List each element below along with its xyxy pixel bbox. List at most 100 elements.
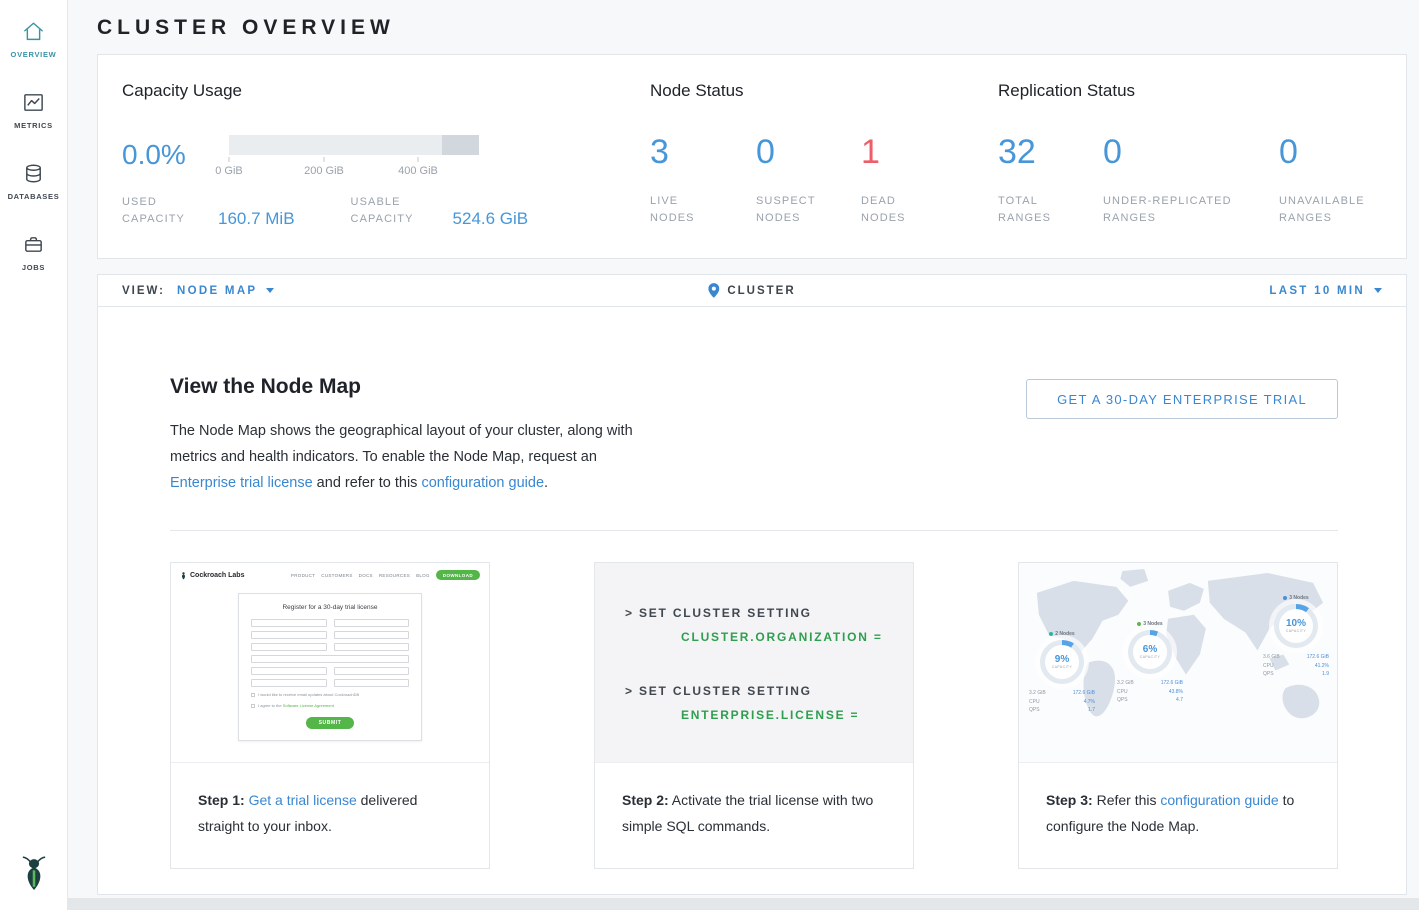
- unavailable-ranges-stat: 0 UNAVAILABLE RANGES: [1279, 135, 1394, 227]
- metrics-icon: [22, 91, 45, 114]
- jobs-icon: [22, 233, 45, 256]
- replication-status-section: Replication Status 32 TOTAL RANGES 0 UND…: [998, 81, 1406, 258]
- databases-icon: [22, 162, 45, 185]
- setup-steps: Cockroach Labs PRODUCT CUSTOMERS DOCS RE…: [170, 562, 1338, 869]
- sidebar-item-jobs[interactable]: JOBS: [0, 216, 67, 287]
- live-nodes-value: 3: [650, 135, 756, 169]
- view-label: VIEW:: [122, 285, 165, 297]
- chevron-down-icon: [266, 288, 274, 293]
- time-range-dropdown[interactable]: LAST 10 MIN: [1269, 285, 1382, 297]
- capacity-usage-title: Capacity Usage: [122, 81, 650, 101]
- sql-prompt-line: > SET CLUSTER SETTING: [625, 683, 913, 699]
- node-status-section: Node Status 3 LIVE NODES 0 SUSPECT NODES…: [650, 81, 998, 258]
- step3-caption: Step 3: Refer this configuration guide t…: [1019, 763, 1337, 839]
- total-ranges-stat: 32 TOTAL RANGES: [998, 135, 1103, 227]
- step1-preview-image: Cockroach Labs PRODUCT CUSTOMERS DOCS RE…: [171, 563, 489, 763]
- suspect-nodes-stat: 0 SUSPECT NODES: [756, 135, 861, 227]
- view-selector-dropdown[interactable]: NODE MAP: [177, 285, 274, 297]
- sql-prompt-line: > SET CLUSTER SETTING: [625, 605, 913, 621]
- unavailable-ranges-value: 0: [1279, 135, 1394, 169]
- total-ranges-label: TOTAL RANGES: [998, 193, 1068, 227]
- location-pin-icon: [708, 283, 719, 298]
- configuration-guide-link[interactable]: configuration guide: [1160, 792, 1278, 808]
- sidebar-item-label: JOBS: [22, 263, 45, 272]
- node-map-title: View the Node Map: [170, 375, 640, 399]
- sidebar-item-metrics[interactable]: METRICS: [0, 74, 67, 145]
- time-range-value: LAST 10 MIN: [1269, 285, 1365, 297]
- mock-trial-form: Register for a 30-day trial license I wo…: [238, 593, 422, 741]
- sidebar: OVERVIEW METRICS DATABASES JOBS: [0, 0, 68, 910]
- description-text: The Node Map shows the geographical layo…: [170, 423, 633, 465]
- usable-capacity-label: USABLE CAPACITY: [351, 194, 431, 228]
- map-node-cluster: 3 Nodes 6% CAPACITY 3.2 GiB172.6 GiB CPU…: [1117, 621, 1183, 705]
- under-replicated-ranges-value: 0: [1103, 135, 1279, 169]
- under-replicated-ranges-label: UNDER-REPLICATED RANGES: [1103, 193, 1253, 227]
- home-icon: [22, 20, 45, 43]
- get-trial-license-link[interactable]: Get a trial license: [249, 792, 357, 808]
- used-capacity-stat: USED CAPACITY 160.7 MiB: [122, 194, 295, 228]
- mock-nav: PRODUCT CUSTOMERS DOCS RESOURCES BLOG DO…: [291, 570, 480, 580]
- app-root: OVERVIEW METRICS DATABASES JOBS: [0, 0, 1419, 910]
- view-selector-value: NODE MAP: [177, 285, 257, 297]
- capacity-used-percent: 0.0%: [122, 135, 229, 169]
- sidebar-item-label: METRICS: [14, 121, 53, 130]
- node-mini-stats: 3.6 GiB172.6 GiB CPU41.2% QPS1.9: [1263, 653, 1329, 679]
- capacity-axis-ticks: [229, 156, 479, 163]
- page-title: CLUSTER OVERVIEW: [97, 16, 1407, 40]
- cockroachdb-logo: [19, 855, 49, 896]
- step1-card: Cockroach Labs PRODUCT CUSTOMERS DOCS RE…: [170, 562, 490, 869]
- node-mini-stats: 3.2 GiB172.6 GiB CPU43.8% QPS4.7: [1117, 679, 1183, 705]
- usable-capacity-stat: USABLE CAPACITY 524.6 GiB: [351, 194, 529, 228]
- sidebar-item-overview[interactable]: OVERVIEW: [0, 0, 67, 74]
- map-node-cluster: 3 Nodes 10% CAPACITY 3.6 GiB172.6 GiB CP…: [1263, 595, 1329, 679]
- capacity-donut: 6% CAPACITY: [1128, 630, 1172, 674]
- description-text: and refer to this: [313, 475, 422, 491]
- step2-caption: Step 2: Activate the trial license with …: [595, 763, 913, 839]
- dead-nodes-value: 1: [861, 135, 931, 169]
- locality-dot: [1049, 632, 1053, 636]
- enterprise-trial-button[interactable]: GET A 30-DAY ENTERPRISE TRIAL: [1026, 379, 1338, 419]
- step3-nodemap-preview: 2 Nodes 9% CAPACITY 3.2 GiB172.6 GiB CPU…: [1019, 563, 1337, 763]
- mock-brand: Cockroach Labs: [180, 571, 244, 580]
- view-toolbar: VIEW: NODE MAP CLUSTER LAST 10 MIN: [97, 274, 1407, 307]
- step2-card: > SET CLUSTER SETTING CLUSTER.ORGANIZATI…: [594, 562, 914, 869]
- map-node-cluster: 2 Nodes 9% CAPACITY 3.2 GiB172.6 GiB CPU…: [1029, 631, 1095, 715]
- capacity-usage-section: Capacity Usage 0.0% 0 GiB 200 GiB: [122, 81, 650, 258]
- description-text: .: [544, 475, 548, 491]
- sql-setting-line: CLUSTER.ORGANIZATION =: [681, 629, 913, 645]
- node-status-title: Node Status: [650, 81, 998, 101]
- cluster-summary-card: Capacity Usage 0.0% 0 GiB 200 GiB: [97, 54, 1407, 259]
- suspect-nodes-value: 0: [756, 135, 861, 169]
- unavailable-ranges-label: UNAVAILABLE RANGES: [1279, 193, 1394, 227]
- map-scope-breadcrumb[interactable]: CLUSTER: [708, 283, 795, 298]
- sidebar-item-databases[interactable]: DATABASES: [0, 145, 67, 216]
- mock-download-button: DOWNLOAD: [436, 570, 480, 580]
- chevron-down-icon: [1374, 288, 1382, 293]
- capacity-donut: 10% CAPACITY: [1274, 604, 1318, 648]
- mock-submit-button: SUBMIT: [306, 717, 355, 729]
- sql-setting-line: ENTERPRISE.LICENSE =: [681, 707, 913, 723]
- under-replicated-ranges-stat: 0 UNDER-REPLICATED RANGES: [1103, 135, 1279, 227]
- enterprise-trial-license-link[interactable]: Enterprise trial license: [170, 475, 313, 491]
- sidebar-item-label: OVERVIEW: [11, 50, 57, 59]
- suspect-nodes-label: SUSPECT NODES: [756, 193, 826, 227]
- step2-code-block: > SET CLUSTER SETTING CLUSTER.ORGANIZATI…: [595, 563, 913, 763]
- used-capacity-value: 160.7 MiB: [218, 209, 295, 228]
- main-content: CLUSTER OVERVIEW Capacity Usage 0.0%: [68, 0, 1419, 910]
- dead-nodes-label: DEAD NODES: [861, 193, 931, 227]
- node-map-panel: View the Node Map The Node Map shows the…: [97, 307, 1407, 895]
- dead-nodes-stat: 1 DEAD NODES: [861, 135, 931, 227]
- capacity-donut: 9% CAPACITY: [1040, 640, 1084, 684]
- axis-tick-label: 400 GiB: [398, 165, 438, 177]
- step1-caption: Step 1: Get a trial license delivered st…: [171, 763, 489, 839]
- capacity-bar-chart: 0 GiB 200 GiB 400 GiB: [229, 135, 479, 178]
- configuration-guide-link[interactable]: configuration guide: [421, 475, 544, 491]
- used-capacity-label: USED CAPACITY: [122, 194, 196, 228]
- total-ranges-value: 32: [998, 135, 1103, 169]
- axis-tick-label: 0 GiB: [215, 165, 243, 177]
- axis-tick-label: 200 GiB: [304, 165, 344, 177]
- node-map-description: The Node Map shows the geographical layo…: [170, 418, 640, 496]
- cockroach-bug-icon: [180, 571, 187, 580]
- node-mini-stats: 3.2 GiB172.6 GiB CPU4.7% QPS1.7: [1029, 689, 1095, 715]
- live-nodes-stat: 3 LIVE NODES: [650, 135, 756, 227]
